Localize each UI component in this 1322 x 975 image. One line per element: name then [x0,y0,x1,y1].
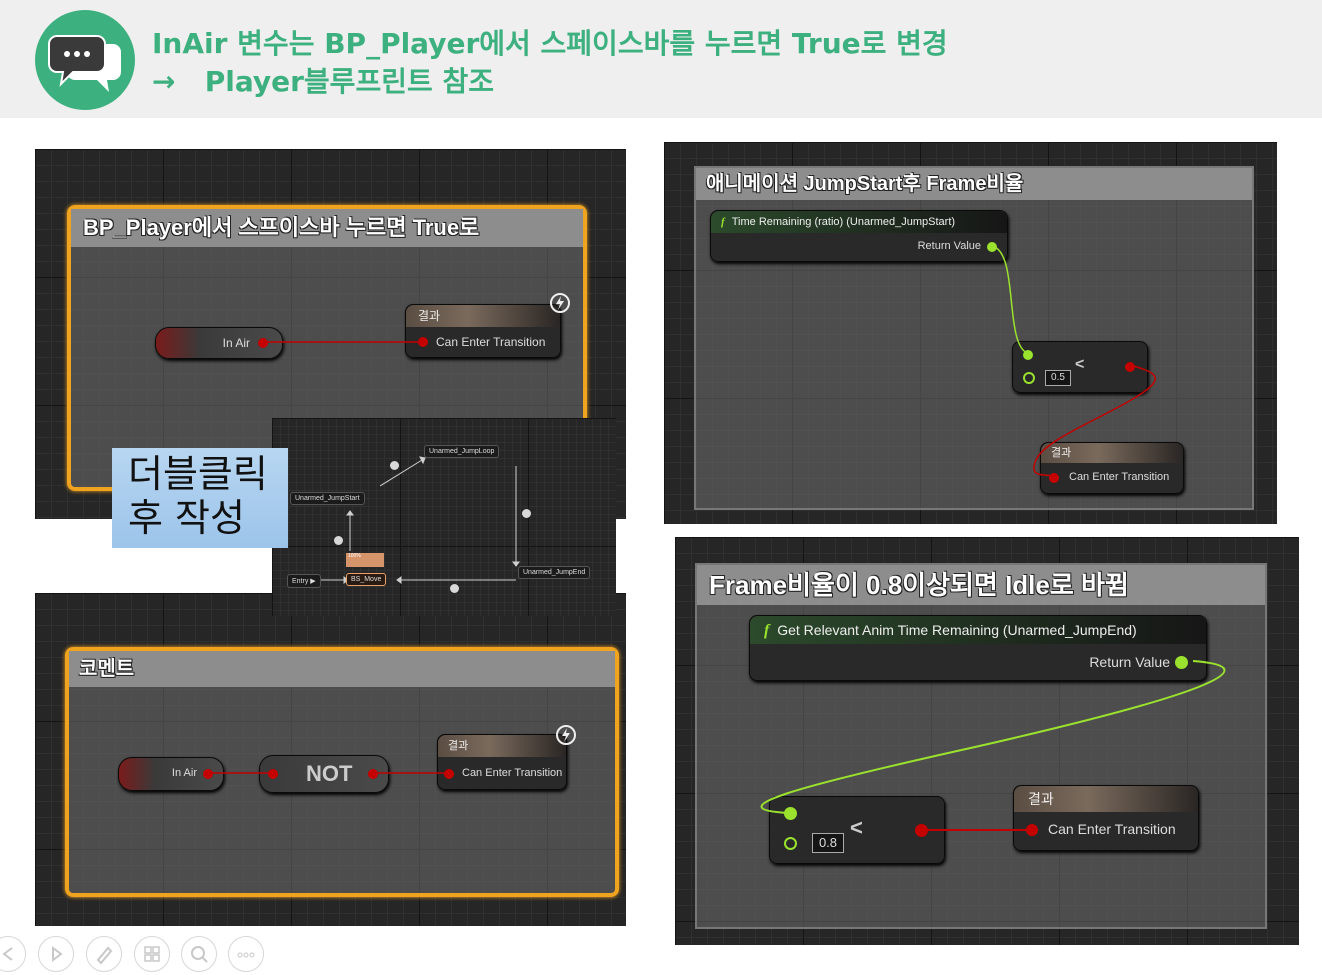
lightning-icon [549,292,571,314]
state-jump-start[interactable]: Unarmed_JumpStart [290,492,365,505]
wires-panel-b [208,772,448,774]
jump-start-label: Unarmed_JumpStart [295,495,360,502]
arrow-right-icon: → [152,65,176,98]
callout-line2: 후 작성 [128,496,245,540]
see-all-slides-button[interactable] [134,936,170,972]
slide-title-line2-text: Player블루프린트 참조 [204,65,494,98]
more-options-button[interactable] [228,936,264,972]
transition-rule-icon[interactable] [334,536,343,545]
wires-panel-d [760,660,1226,831]
slide-title-line1: InAir 변수는 BP_Player에서 스페이스바를 누르면 True로 변… [152,27,948,60]
entry-node[interactable]: Entry ▶ [287,574,321,588]
state-jump-loop[interactable]: Unarmed_JumpLoop [424,445,500,458]
blueprint-graph-panel-d[interactable]: Frame비율이 0.8이상되면 Idle로 바뀜 f Get Relevant… [675,537,1299,945]
jump-end-label: Unarmed_JumpEnd [523,569,586,576]
state-bs-move[interactable]: BS_Move [346,573,387,586]
state-machine-graph[interactable]: Entry ▶ BS_Move 100% Unarmed_JumpStart U… [272,418,616,616]
lightning-icon [555,724,577,746]
previous-slide-button[interactable] [0,936,26,972]
next-slide-button[interactable] [38,936,74,972]
blueprint-graph-panel-b[interactable]: 코멘트 In Air NOT 결과 Can Enter Transition [35,593,626,926]
callout-text: 더블클릭 후 작성 [128,452,268,540]
slide-title-line2: → Player블루프린트 참조 [152,60,494,100]
transition-rule-icon[interactable] [522,509,531,518]
wires-panel-c [991,245,1156,477]
percent-tag: 100% [346,553,384,567]
jump-loop-label: Unarmed_JumpLoop [429,448,495,455]
chat-bubbles-icon [35,10,135,110]
zoom-button[interactable] [181,936,217,972]
blueprint-graph-panel-c[interactable]: 애니메이션 JumpStart후 Frame비율 f Time Remainin… [664,142,1277,524]
state-jump-end[interactable]: Unarmed_JumpEnd [518,566,591,579]
percent-tag-text: 100% [348,553,361,559]
pen-tool-button[interactable] [86,936,122,972]
transition-rule-icon[interactable] [450,584,459,593]
transition-rule-icon[interactable] [390,461,399,470]
bs-move-label: BS_Move [351,576,382,583]
callout-line1: 더블클릭 [128,452,268,496]
entry-label: Entry [292,578,309,585]
